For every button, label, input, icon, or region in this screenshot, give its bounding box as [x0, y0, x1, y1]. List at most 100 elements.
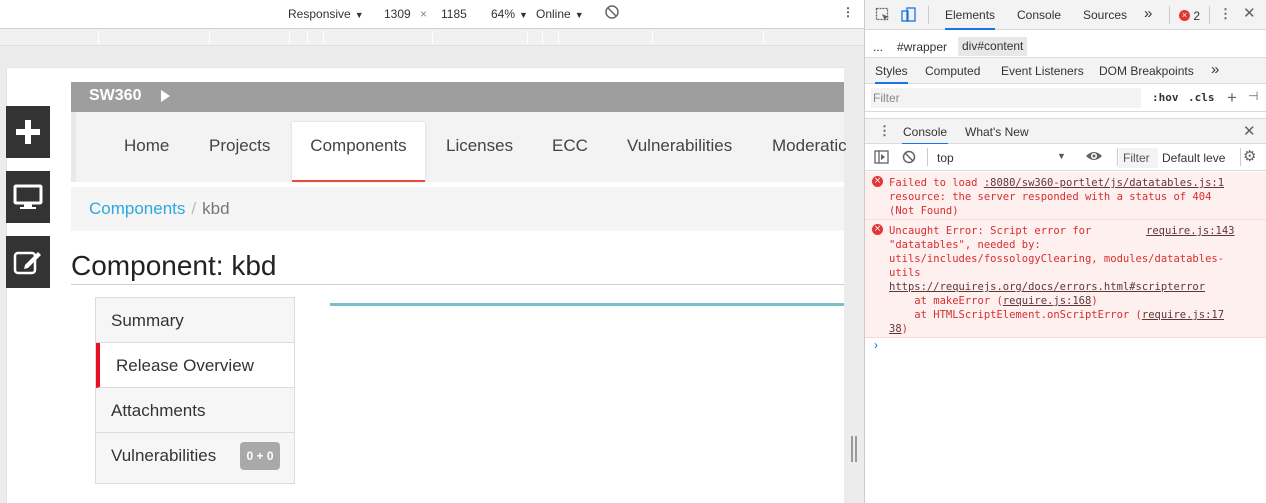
plus-icon [16, 120, 40, 144]
device-mode-select[interactable]: Responsive ▼ [288, 7, 364, 21]
console-filter-input[interactable]: Filter [1119, 148, 1158, 168]
chevron-down-icon: ▼ [354, 10, 364, 20]
caret-right-icon[interactable] [161, 90, 170, 102]
content-top-border [330, 303, 844, 306]
stack-frame: 38) [889, 322, 908, 336]
zoom-label: 64% [491, 7, 516, 21]
tab-sources[interactable]: Sources [1083, 8, 1127, 22]
main-nav: Home Projects Components Licenses ECC Vu… [71, 112, 847, 182]
error-source-link[interactable]: require.js:143 [1146, 224, 1235, 238]
more-options-icon[interactable]: ⋮ [1219, 7, 1232, 20]
nav-licenses[interactable]: Licenses [446, 112, 513, 182]
more-tabs-icon[interactable]: » [1144, 5, 1152, 22]
styles-filter-row: Filter :hov .cls + ⊣ [865, 84, 1266, 112]
drawer-tab-whats-new[interactable]: What's New [965, 125, 1029, 139]
error-text: Failed to load [889, 177, 984, 189]
stack-frame: at HTMLScriptElement.onScriptError (requ… [889, 308, 1224, 322]
close-drawer-icon[interactable]: ✕ [1243, 124, 1256, 139]
tab-summary[interactable]: Summary [96, 298, 294, 343]
resize-handle[interactable] [851, 436, 857, 462]
page-title: Component: kbd [71, 250, 277, 281]
monitor-icon [13, 184, 43, 209]
add-button[interactable] [6, 106, 50, 158]
devtools-main-tabs: Elements Console Sources » × 2 ⋮ ✕ [865, 0, 1266, 30]
gear-icon[interactable]: ⚙ [1243, 149, 1256, 164]
tab-event-listeners[interactable]: Event Listeners [1001, 64, 1084, 78]
breadcrumb-separator: / [191, 199, 197, 218]
crumb-ellipsis[interactable]: ... [873, 40, 883, 54]
height-input[interactable]: 1185 [441, 7, 467, 21]
breadcrumb-components-link[interactable]: Components [89, 199, 185, 218]
error-text-line: "datatables", needed by: [889, 239, 1041, 251]
device-viewport: Responsive ▼ 1309 × 1185 64% ▼ Online ▼ ⋮ S… [0, 0, 864, 503]
crumb-wrapper[interactable]: #wrapper [897, 40, 947, 54]
context-select[interactable]: top ▼ [931, 147, 1071, 167]
plus-icon[interactable]: + [1227, 89, 1237, 106]
media-query-ruler [0, 29, 864, 46]
console-sidebar-icon[interactable] [874, 150, 889, 166]
edit-button[interactable] [6, 236, 50, 288]
zoom-select[interactable]: 64% ▼ [491, 7, 528, 21]
chevron-down-icon: ▼ [574, 10, 584, 20]
nav-components[interactable]: Components [292, 122, 425, 182]
breadcrumb: Components / kbd [71, 187, 844, 231]
drawer-tab-console[interactable]: Console [902, 125, 949, 145]
tab-dom-breakpoints[interactable]: DOM Breakpoints [1099, 64, 1194, 78]
styles-filter-input[interactable]: Filter [871, 88, 1141, 108]
tab-release-overview[interactable]: Release Overview [96, 343, 294, 388]
error-source-link[interactable]: :8080/sw360-portlet/js/datatables.js:1 [984, 177, 1224, 189]
error-docs-link[interactable]: https://requirejs.org/docs/errors.html#s… [889, 280, 1205, 294]
rotate-icon[interactable] [604, 4, 620, 23]
console-error-message: × Failed to load :8080/sw360-portlet/js/… [865, 172, 1266, 220]
stack-frame-link[interactable]: require.js:17 [1142, 309, 1224, 321]
stack-frame-link[interactable]: require.js:168 [1003, 295, 1092, 307]
tab-vulnerabilities[interactable]: Vulnerabilities 0 + 0 [96, 433, 294, 478]
device-toolbar: Responsive ▼ 1309 × 1185 64% ▼ Online ▼ ⋮ [0, 0, 864, 29]
stack-frame-text: ) [1091, 295, 1098, 307]
inspect-element-icon[interactable] [875, 7, 891, 25]
brand-bar: SW360 [71, 82, 844, 112]
device-toolbar-toggle-icon[interactable] [901, 7, 917, 25]
cls-toggle[interactable]: .cls [1188, 91, 1215, 104]
error-text-line: resource: the server responded with a st… [889, 191, 1212, 203]
drawer-menu-icon[interactable]: ⋮ [878, 124, 891, 137]
tab-attachments[interactable]: Attachments [96, 388, 294, 433]
nav-projects[interactable]: Projects [209, 112, 270, 182]
stack-frame-link[interactable]: 38 [889, 323, 902, 335]
tab-styles[interactable]: Styles [875, 64, 908, 84]
error-count: 2 [1193, 8, 1201, 23]
error-text-line: Uncaught Error: Script error for [889, 225, 1092, 237]
edit-icon [13, 251, 41, 275]
tab-vulnerabilities-label: Vulnerabilities [111, 446, 217, 465]
nav-ecc[interactable]: ECC [552, 112, 588, 182]
close-icon[interactable]: ✕ [1243, 6, 1256, 21]
error-counter[interactable]: × 2 [1179, 8, 1200, 23]
device-mode-label: Responsive [288, 7, 351, 21]
brand-logo[interactable]: SW360 [89, 87, 141, 105]
console-toolbar: top ▼ Filter Default leve ⚙ [865, 144, 1266, 171]
nav-vulnerabilities[interactable]: Vulnerabilities [627, 112, 732, 182]
nav-home[interactable]: Home [124, 112, 169, 182]
width-input[interactable]: 1309 [384, 7, 411, 21]
chevron-down-icon: ▼ [1057, 151, 1066, 161]
nav-moderation[interactable]: Moderatic [772, 112, 847, 182]
hov-toggle[interactable]: :hov [1152, 91, 1179, 104]
clear-console-icon[interactable] [902, 150, 916, 166]
tab-console[interactable]: Console [1017, 8, 1061, 22]
throttle-label: Online [536, 7, 571, 21]
stack-frame: at makeError (require.js:168) [889, 294, 1098, 308]
more-options-icon[interactable]: ⋮ [842, 5, 854, 19]
monitor-button[interactable] [6, 171, 50, 223]
stack-frame-text: at makeError ( [889, 295, 1003, 307]
sidebar-toggle-icon[interactable]: ⊣ [1248, 90, 1258, 102]
log-levels-select[interactable]: Default leve [1162, 151, 1238, 165]
tab-elements[interactable]: Elements [945, 8, 996, 30]
throttle-select[interactable]: Online ▼ [536, 7, 584, 21]
times-icon: × [420, 7, 428, 21]
drawer-tabs: ⋮ Console What's New ✕ [865, 118, 1266, 145]
more-tabs-icon[interactable]: » [1211, 61, 1219, 78]
eye-icon[interactable] [1085, 149, 1103, 165]
tab-computed[interactable]: Computed [925, 64, 980, 78]
console-prompt[interactable]: › [874, 338, 878, 352]
crumb-div-content[interactable]: div#content [958, 37, 1028, 56]
